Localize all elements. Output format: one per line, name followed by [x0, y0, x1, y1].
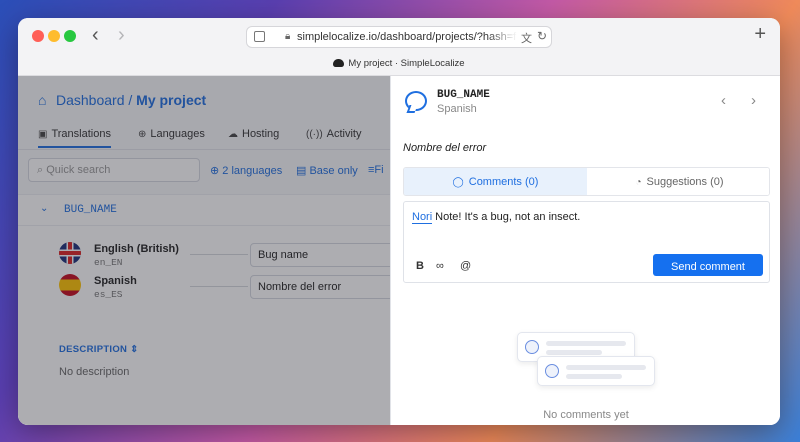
comment-icon: ◯ — [452, 177, 464, 188]
comment-body: Note! It's a bug, not an insect. — [435, 211, 581, 223]
user-mention[interactable]: Nori — [412, 211, 433, 224]
address-bar[interactable]: 🔒︎ simplelocalize.io/dashboard/projects/… — [246, 26, 552, 48]
chevron-left-icon[interactable]: ‹ — [721, 92, 726, 109]
lock-icon: 🔒︎ — [285, 31, 291, 42]
chevron-right-icon[interactable]: › — [751, 92, 756, 109]
reload-icon[interactable]: ↻ — [537, 29, 547, 43]
cloud-favicon-icon — [333, 59, 345, 67]
bold-icon[interactable]: B — [416, 260, 424, 272]
new-tab-icon[interactable]: + — [754, 24, 766, 44]
translate-icon[interactable]: 文 — [521, 30, 532, 46]
minimize-window-icon[interactable] — [48, 30, 60, 42]
mention-icon[interactable]: @ — [460, 260, 471, 272]
maximize-window-icon[interactable] — [64, 30, 76, 42]
link-icon[interactable]: ∞ — [436, 260, 444, 272]
panel-translation: Nombre del error — [403, 142, 487, 154]
browser-tab[interactable]: My project · SimpleLocalize — [18, 58, 780, 69]
forward-icon[interactable]: › — [118, 25, 125, 45]
browser-window: ‹ › 🔒︎ simplelocalize.io/dashboard/proje… — [18, 18, 780, 425]
send-comment-button[interactable]: Send comment — [653, 254, 763, 276]
close-window-icon[interactable] — [32, 30, 44, 42]
browser-tab-title: My project · SimpleLocalize — [348, 58, 465, 69]
empty-state-text: No comments yet — [543, 409, 629, 421]
comment-bubble-icon — [405, 91, 427, 111]
panel-key: BUG_NAME — [437, 89, 490, 101]
tab-overview-icon[interactable] — [254, 31, 265, 42]
panel-tabs: ◯ Comments (0) ◔ Suggestions (0) — [403, 167, 770, 196]
back-icon[interactable]: ‹ — [92, 25, 99, 45]
suggestion-icon: ◔ — [635, 177, 642, 188]
panel-language: Spanish — [437, 103, 477, 115]
tab-suggestions[interactable]: ◔ Suggestions (0) — [588, 168, 769, 195]
tab-comments[interactable]: ◯ Comments (0) — [404, 168, 587, 195]
browser-titlebar: ‹ › 🔒︎ simplelocalize.io/dashboard/proje… — [18, 18, 780, 76]
comments-panel: BUG_NAME Spanish ‹ › Nombre del error ◯ C… — [390, 76, 780, 425]
empty-state-illustration — [517, 332, 657, 392]
placeholder-card — [537, 356, 655, 386]
comment-text[interactable]: Nori Note! It's a bug, not an insect. — [412, 211, 581, 224]
modal-overlay[interactable] — [18, 76, 390, 425]
url-text[interactable]: simplelocalize.io/dashboard/projects/?ha… — [297, 31, 517, 43]
comment-editor[interactable]: Nori Note! It's a bug, not an insect. B ∞… — [403, 201, 770, 283]
